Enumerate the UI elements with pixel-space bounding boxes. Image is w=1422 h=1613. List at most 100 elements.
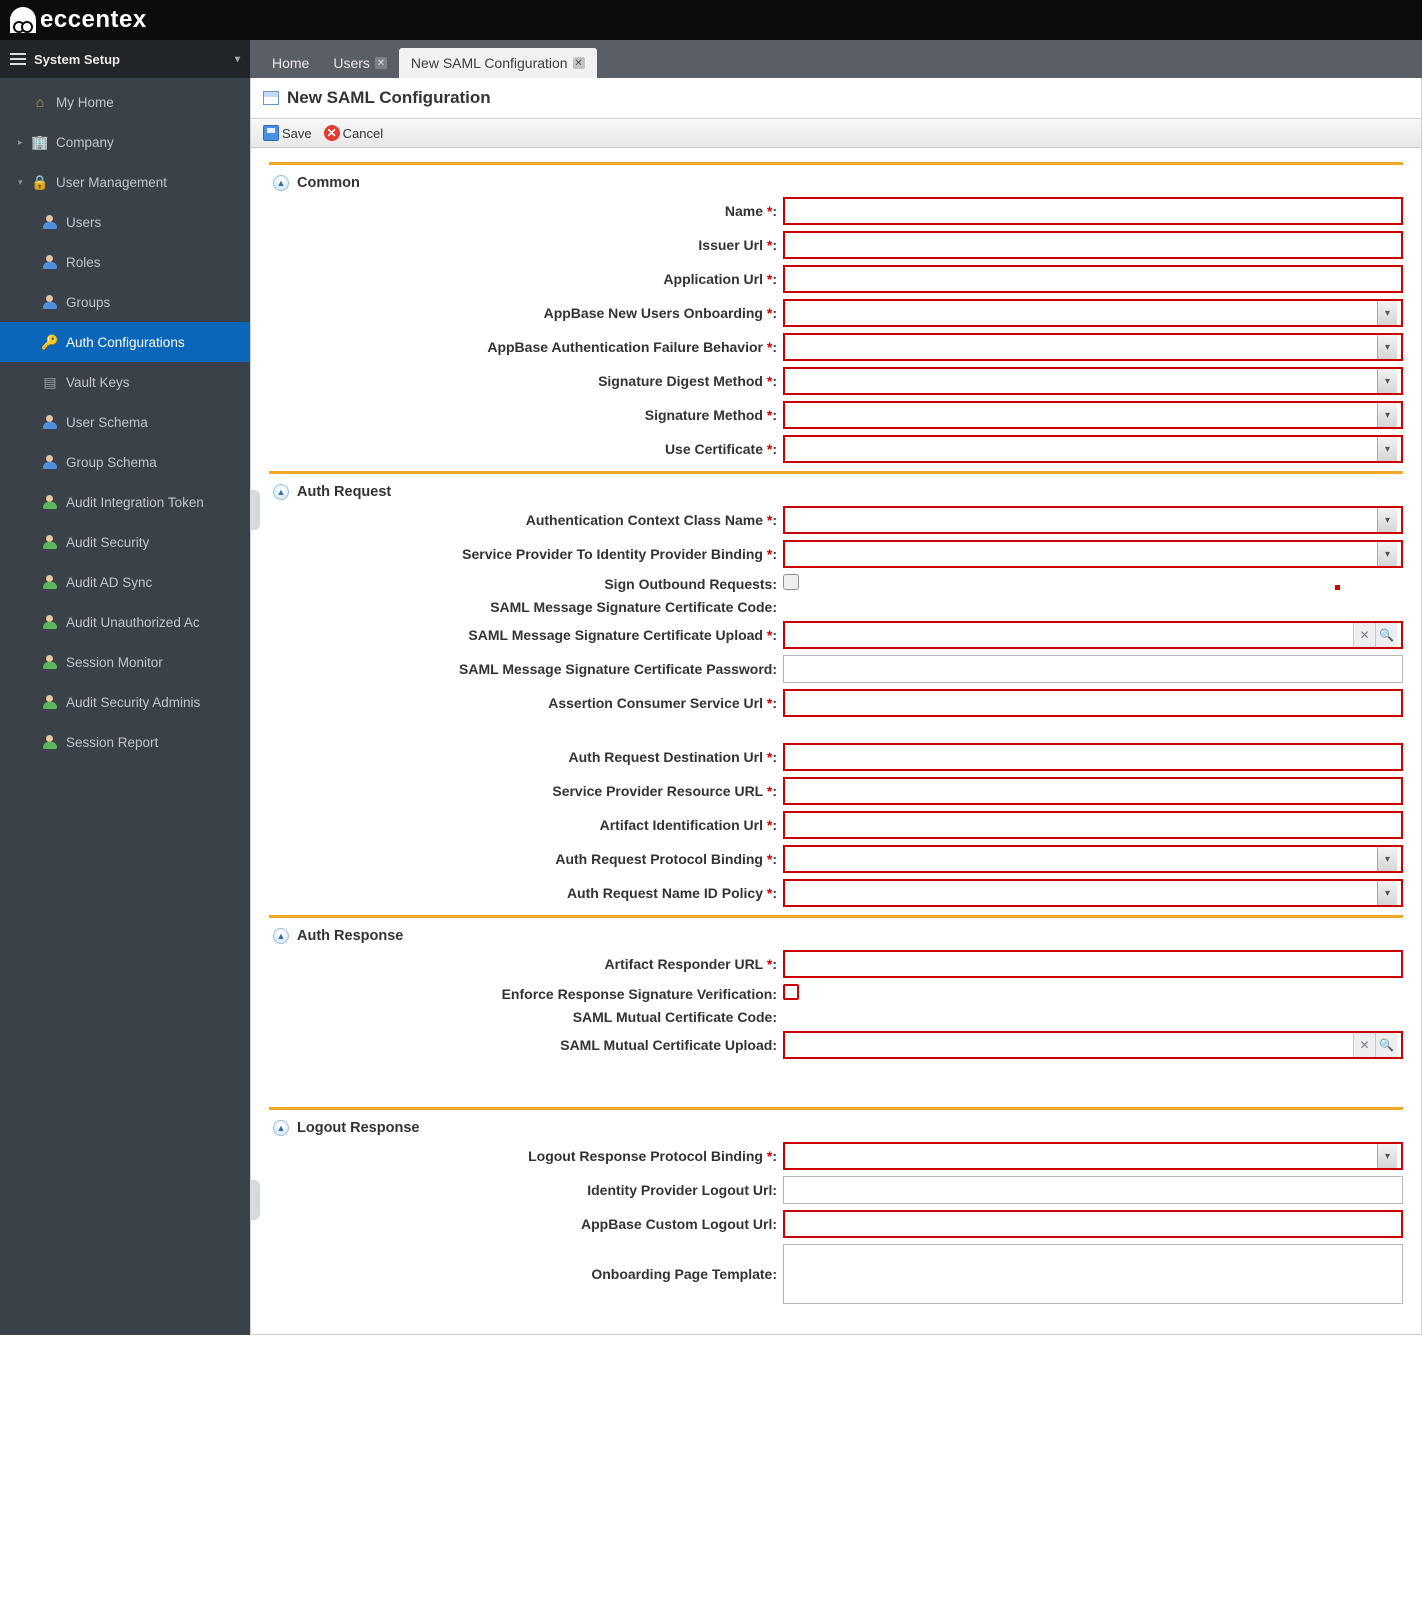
label-signature-cert-upload: SAML Message Signature Certificate Uploa… (468, 627, 763, 643)
chevron-down-icon: ▾ (1377, 437, 1397, 461)
sidebar-item-auth-configurations[interactable]: 🔑 Auth Configurations (0, 322, 250, 362)
label-onboarding-page-template: Onboarding Page Template: (591, 1266, 777, 1282)
sidebar-item-vault-keys[interactable]: ▤ Vault Keys (0, 362, 250, 402)
collapse-icon[interactable]: ▲ (273, 175, 289, 191)
sidebar-item-groups[interactable]: Groups (0, 282, 250, 322)
select-sp-to-idp-binding[interactable]: ▾ (783, 540, 1403, 568)
input-idp-logout-url[interactable] (783, 1176, 1403, 1204)
chevron-down-icon: ▾ (1377, 508, 1397, 532)
select-auth-request-name-id-policy[interactable]: ▾ (783, 879, 1403, 907)
label-auth-request-destination-url: Auth Request Destination Url (569, 749, 763, 765)
select-new-users-onboarding[interactable]: ▾ (783, 299, 1403, 327)
input-signature-cert-password[interactable] (783, 655, 1403, 683)
user-icon (40, 453, 60, 471)
label-auth-failure-behavior: AppBase Authentication Failure Behavior (487, 339, 763, 355)
sidebar-item-label: Audit Integration Token (66, 495, 204, 510)
indicator-dot-icon (1335, 585, 1340, 590)
input-assertion-consumer-url[interactable] (783, 689, 1403, 717)
sidebar-header[interactable]: System Setup ▾ (0, 40, 250, 78)
input-artifact-identification-url[interactable] (783, 811, 1403, 839)
sidebar-item-user-management[interactable]: ▾🔒 User Management (0, 162, 250, 202)
checkbox-sign-outbound-requests[interactable] (783, 574, 799, 590)
sidebar-item-session-monitor[interactable]: Session Monitor (0, 642, 250, 682)
select-signature-method[interactable]: ▾ (783, 401, 1403, 429)
chevron-down-icon: ▾ (1377, 542, 1397, 566)
tab-label: Users (333, 55, 370, 71)
label-issuer-url: Issuer Url (698, 237, 763, 253)
select-use-certificate[interactable]: ▾ (783, 435, 1403, 463)
user-icon (40, 733, 60, 751)
chevron-down-icon: ▾ (1377, 369, 1397, 393)
close-icon[interactable]: ✕ (573, 57, 585, 69)
section-auth-request: ▲ Auth Request Authentication Context Cl… (269, 471, 1403, 907)
tab-label: Home (272, 55, 309, 71)
input-onboarding-page-template[interactable] (783, 1244, 1403, 1304)
upload-signature-cert[interactable]: ✕🔍 (783, 621, 1403, 649)
select-auth-context-class[interactable]: ▾ (783, 506, 1403, 534)
clear-icon[interactable]: ✕ (1353, 623, 1375, 647)
sidebar-item-audit-security[interactable]: Audit Security (0, 522, 250, 562)
close-icon[interactable]: ✕ (375, 57, 387, 69)
tab-home[interactable]: Home (260, 48, 321, 78)
brand-bar: eccentex (0, 0, 1422, 40)
user-icon (40, 693, 60, 711)
input-service-provider-resource-url[interactable] (783, 777, 1403, 805)
upload-mutual-cert[interactable]: ✕🔍 (783, 1031, 1403, 1059)
collapse-icon[interactable]: ▲ (273, 484, 289, 500)
sidebar-item-user-schema[interactable]: User Schema (0, 402, 250, 442)
cancel-label: Cancel (343, 126, 383, 141)
key-icon: 🔑 (40, 333, 60, 351)
label-enforce-response-signature: Enforce Response Signature Verification: (502, 986, 777, 1002)
input-appbase-custom-logout-url[interactable] (783, 1210, 1403, 1238)
collapse-icon[interactable]: ▲ (273, 1120, 289, 1136)
sidebar-item-users[interactable]: Users (0, 202, 250, 242)
input-artifact-responder-url[interactable] (783, 950, 1403, 978)
input-auth-request-destination-url[interactable] (783, 743, 1403, 771)
section-title: Common (297, 175, 360, 191)
sidebar-item-session-report[interactable]: Session Report (0, 722, 250, 762)
sidebar-item-my-home[interactable]: ⌂ My Home (0, 82, 250, 122)
sidebar-item-company[interactable]: ▸🏢 Company (0, 122, 250, 162)
sidebar-item-label: Company (56, 135, 114, 150)
page-title-bar: New SAML Configuration (251, 78, 1421, 119)
section-auth-response: ▲ Auth Response Artifact Responder URL *… (269, 915, 1403, 1099)
checkbox-enforce-response-signature[interactable] (783, 984, 799, 1000)
label-mutual-cert-code: SAML Mutual Certificate Code: (573, 1009, 777, 1025)
select-logout-protocol-binding[interactable]: ▾ (783, 1142, 1403, 1170)
search-icon[interactable]: 🔍 (1375, 1033, 1397, 1057)
chevron-down-icon: ▾ (235, 54, 240, 65)
sidebar-item-audit-integration-token[interactable]: Audit Integration Token (0, 482, 250, 522)
input-name[interactable] (783, 197, 1403, 225)
user-icon (40, 533, 60, 551)
search-icon[interactable]: 🔍 (1375, 623, 1397, 647)
sidebar-item-roles[interactable]: Roles (0, 242, 250, 282)
collapse-icon[interactable]: ▲ (273, 928, 289, 944)
toolbar: Save ✕ Cancel (251, 119, 1421, 148)
sidebar-item-group-schema[interactable]: Group Schema (0, 442, 250, 482)
clear-icon[interactable]: ✕ (1353, 1033, 1375, 1057)
label-application-url: Application Url (663, 271, 763, 287)
user-icon (40, 253, 60, 271)
tab-users[interactable]: Users ✕ (321, 48, 399, 78)
section-title: Auth Response (297, 928, 403, 944)
sidebar-resize-handle[interactable] (250, 490, 260, 530)
sidebar-item-audit-ad-sync[interactable]: Audit AD Sync (0, 562, 250, 602)
label-use-certificate: Use Certificate (665, 441, 763, 457)
tab-label: New SAML Configuration (411, 55, 568, 71)
cancel-button[interactable]: ✕ Cancel (320, 123, 387, 143)
select-auth-request-protocol-binding[interactable]: ▾ (783, 845, 1403, 873)
select-auth-failure-behavior[interactable]: ▾ (783, 333, 1403, 361)
input-issuer-url[interactable] (783, 231, 1403, 259)
user-icon (40, 413, 60, 431)
select-signature-digest-method[interactable]: ▾ (783, 367, 1403, 395)
sidebar-item-label: Audit Unauthorized Ac (66, 615, 200, 630)
label-signature-method: Signature Method (645, 407, 763, 423)
save-button[interactable]: Save (259, 123, 316, 143)
sidebar-item-label: Groups (66, 295, 110, 310)
sidebar-resize-handle[interactable] (250, 1180, 260, 1220)
sidebar-item-audit-unauthorized[interactable]: Audit Unauthorized Ac (0, 602, 250, 642)
cancel-icon: ✕ (324, 125, 340, 141)
sidebar-item-audit-security-admin[interactable]: Audit Security Adminis (0, 682, 250, 722)
tab-new-saml-configuration[interactable]: New SAML Configuration ✕ (399, 48, 597, 78)
input-application-url[interactable] (783, 265, 1403, 293)
